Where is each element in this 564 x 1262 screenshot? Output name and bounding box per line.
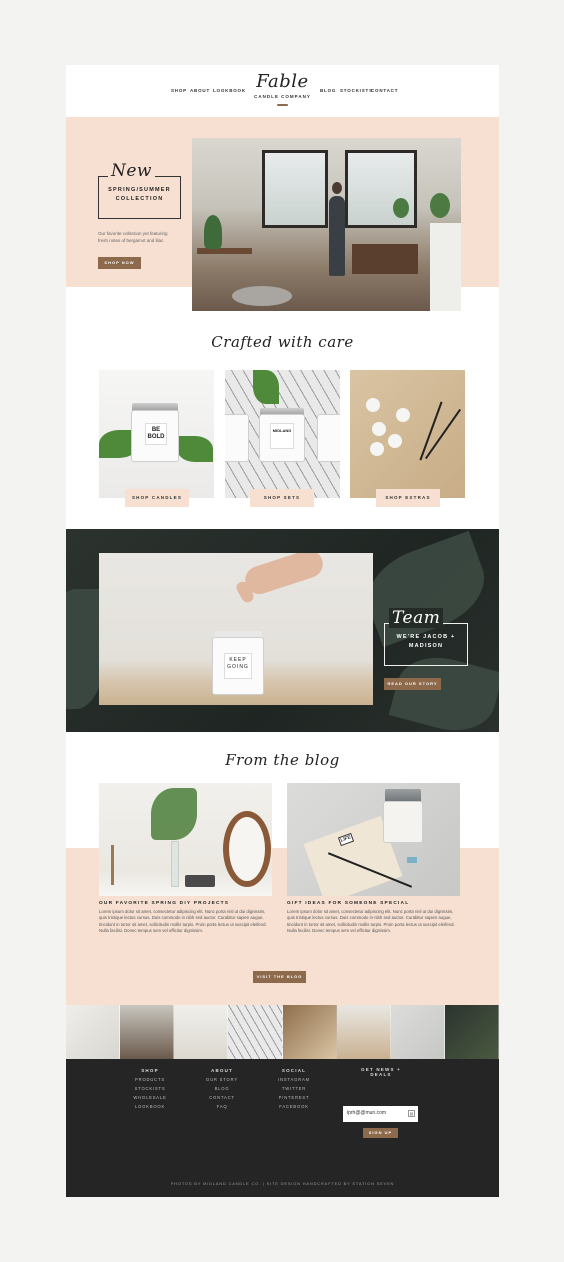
- jar-label-2: MIDLAND: [270, 423, 294, 449]
- read-our-story-button[interactable]: READ OUR STORY: [384, 678, 441, 690]
- footer-credit: PHOTOS BY MIDLAND CANDLE CO. | SITE DESI…: [170, 1181, 395, 1186]
- nav-blog[interactable]: BLOG: [320, 88, 336, 93]
- team-image: KEEP GOING: [99, 553, 373, 705]
- blog-post-2-excerpt: Lorem ipsum dolor sit amet, consectetur …: [287, 909, 455, 934]
- strip-photo-5[interactable]: [282, 1005, 337, 1059]
- footer-link-faq[interactable]: FAQ: [192, 1104, 252, 1109]
- footer-heading-shop: SHOP: [141, 1068, 159, 1073]
- blog-post-2-title[interactable]: GIFT IDEAS FOR SOMEONE SPECIAL: [287, 901, 409, 906]
- footer-link-instagram[interactable]: INSTAGRAM: [264, 1077, 324, 1082]
- footer-heading-social: SOCIAL: [281, 1068, 307, 1073]
- sign-up-button[interactable]: SIGN UP: [363, 1128, 398, 1138]
- strip-photo-3[interactable]: [174, 1005, 229, 1059]
- hero-script-title: New: [108, 161, 155, 181]
- footer-link-lookbook[interactable]: LOOKBOOK: [120, 1104, 180, 1109]
- jar-label: BE BOLD: [145, 423, 167, 445]
- newsletter-heading: GET NEWS + DEALS: [361, 1067, 401, 1077]
- shop-candles-button[interactable]: SHOP CANDLES: [125, 489, 189, 507]
- nav-contact[interactable]: CONTACT: [371, 88, 398, 93]
- email-value: lprh@@mun.com: [347, 1110, 387, 1116]
- nav-stockists[interactable]: STOCKISTS: [340, 88, 373, 93]
- logo[interactable]: Fable: [66, 71, 499, 92]
- footer-link-contact[interactable]: CONTACT: [192, 1095, 252, 1100]
- footer-link-pinterest[interactable]: PINTEREST: [264, 1095, 324, 1100]
- logo-subtitle: CANDLE COMPANY: [254, 94, 311, 99]
- strip-photo-7[interactable]: [390, 1005, 445, 1059]
- hero-collection: SPRING/SUMMER COLLECTION: [108, 187, 171, 202]
- footer-link-twitter[interactable]: TWITTER: [264, 1086, 324, 1091]
- footer-link-facebook[interactable]: FACEBOOK: [264, 1104, 324, 1109]
- jar-label-keep-going: KEEP GOING: [224, 653, 252, 679]
- photo-strip: [66, 1005, 499, 1059]
- tile-candles-image: BE BOLD: [99, 370, 214, 498]
- shop-sets-button[interactable]: SHOP SETS: [250, 489, 314, 507]
- logo-underline: [277, 104, 288, 106]
- blog-post-1-title[interactable]: OUR FAVORITE SPRING DIY PROJECTS: [99, 901, 229, 906]
- crafted-title: Crafted with care: [211, 333, 354, 351]
- blog-post-1-excerpt: Lorem ipsum dolor sit amet, consectetur …: [99, 909, 267, 934]
- tile-sets-image: MIDLAND: [225, 370, 340, 498]
- team-script-title: Team: [389, 608, 444, 628]
- hero-description: Our favorite collection yet featuring fr…: [98, 231, 168, 243]
- blog-post-2-image: LIFE: [287, 783, 460, 896]
- strip-photo-8[interactable]: [444, 1005, 499, 1059]
- strip-photo-1[interactable]: [66, 1005, 121, 1059]
- footer-link-our-story[interactable]: OUR STORY: [192, 1077, 252, 1082]
- autofill-icon[interactable]: ▤: [408, 1110, 415, 1117]
- email-field[interactable]: lprh@@mun.com ▤: [343, 1106, 418, 1122]
- strip-photo-4[interactable]: [228, 1005, 283, 1059]
- footer-link-blog[interactable]: BLOG: [192, 1086, 252, 1091]
- footer-link-stockists[interactable]: STOCKISTS: [120, 1086, 180, 1091]
- page: SHOP ABOUT LOOKBOOK Fable CANDLE COMPANY…: [66, 65, 499, 1197]
- shop-now-button[interactable]: SHOP NOW: [98, 257, 141, 269]
- blog-title: From the blog: [225, 751, 340, 769]
- shop-extras-button[interactable]: SHOP EXTRAS: [376, 489, 440, 507]
- footer-heading-about: ABOUT: [211, 1068, 233, 1073]
- blog-post-1-image: [99, 783, 272, 896]
- team-subtitle: WE'RE JACOB + MADISON: [396, 634, 456, 649]
- hero-image: [192, 138, 461, 311]
- strip-photo-2[interactable]: [120, 1005, 175, 1059]
- visit-the-blog-button[interactable]: VISIT THE BLOG: [253, 971, 306, 983]
- tile-extras-image: [350, 370, 465, 498]
- footer-link-products[interactable]: PRODUCTS: [120, 1077, 180, 1082]
- footer-link-wholesale[interactable]: WHOLESALE: [120, 1095, 180, 1100]
- strip-photo-6[interactable]: [336, 1005, 391, 1059]
